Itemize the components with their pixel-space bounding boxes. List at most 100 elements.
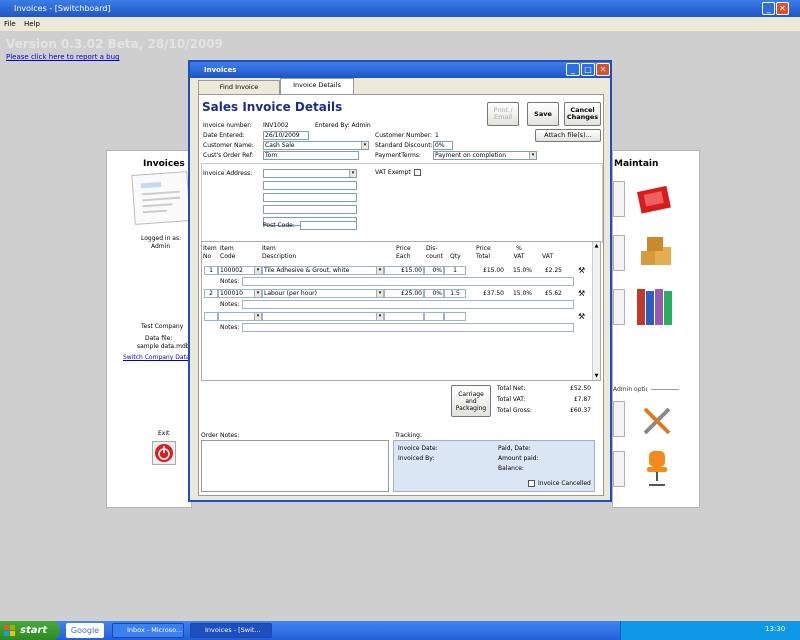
close-icon[interactable]: ✕: [776, 2, 789, 15]
row2-description[interactable]: Labour (per hour) ▾: [262, 289, 384, 298]
row3-no: [204, 312, 218, 321]
col-header-qty: Qty: [450, 253, 461, 260]
panel-title: Invoices: [143, 159, 185, 169]
app-titlebar: Invoices - [Switchboard]: [0, 0, 800, 17]
invoice-cancelled-checkbox[interactable]: [528, 480, 535, 487]
row1-qty[interactable]: 1: [444, 266, 466, 275]
chevron-down-icon: ▾: [254, 290, 261, 297]
print-email-button[interactable]: Print / Email: [487, 102, 519, 126]
date-entered-field[interactable]: 26/10/2009: [263, 131, 309, 140]
minimize-icon[interactable]: _: [762, 2, 775, 15]
scroll-up-icon[interactable]: ▲: [593, 242, 600, 250]
scroll-down-icon[interactable]: ▼: [593, 372, 600, 380]
cancel-changes-button[interactable]: Cancel Changes: [564, 102, 601, 126]
data-file-label: Data file:: [145, 335, 173, 342]
address-line-2[interactable]: [263, 181, 357, 190]
row3-price-each[interactable]: [384, 312, 424, 321]
menu-file[interactable]: File: [4, 20, 16, 28]
address-line-3[interactable]: [263, 193, 357, 202]
invoice-details-panel: Sales Invoice Details Print / Email Save…: [198, 94, 604, 496]
row3-edit-icon[interactable]: ⚒: [578, 312, 585, 321]
report-bug-link[interactable]: Please click here to report a bug: [6, 53, 120, 61]
chevron-down-icon: ▾: [376, 267, 383, 274]
menu-bar: File Help: [0, 17, 800, 31]
dialog-maximize-icon[interactable]: □: [581, 63, 595, 76]
chair-icon: [641, 449, 673, 489]
exit-button[interactable]: [152, 441, 176, 465]
taskbar: start Google Inbox - Microso... Invoices…: [0, 621, 800, 640]
grid-scrollbar[interactable]: ▲ ▼: [592, 242, 600, 380]
discount-field[interactable]: 0%: [433, 141, 453, 150]
payment-terms-select[interactable]: Payment on completion ▾: [433, 151, 537, 160]
post-code-field[interactable]: [300, 221, 357, 230]
row3-code[interactable]: ▾: [218, 312, 262, 321]
row1-description[interactable]: Tile Adhesive & Grout, white ▾: [262, 266, 384, 275]
logged-in-label: Logged in as:: [141, 235, 182, 242]
row3-description[interactable]: ▾: [262, 312, 384, 321]
dialog-minimize-icon[interactable]: _: [566, 63, 580, 76]
chevron-down-icon: ▾: [254, 313, 261, 320]
row1-code[interactable]: 100002 ▾: [218, 266, 262, 275]
row3-qty[interactable]: [444, 312, 466, 321]
col-header-desc: Item Description: [262, 245, 297, 260]
maintain-button-2[interactable]: [613, 235, 625, 271]
binders-icon: [635, 285, 675, 329]
col-header-vat: VAT: [542, 253, 554, 260]
total-gross-label: Total Gross:: [497, 407, 532, 414]
row1-notes-field[interactable]: [242, 277, 574, 286]
tracking-invoiced-by: Invoiced By:: [398, 455, 435, 462]
row2-code[interactable]: 100010 ▾: [218, 289, 262, 298]
customer-number-value: 1: [435, 132, 439, 139]
logged-in-user: Admin: [151, 243, 171, 250]
maintain-button-3[interactable]: [613, 289, 625, 325]
address-line-4[interactable]: [263, 205, 357, 214]
switch-company-link[interactable]: Switch Company Data: [123, 354, 191, 361]
products-icon: [633, 233, 677, 273]
menu-help[interactable]: Help: [24, 20, 40, 28]
row1-notes-label: Notes:: [220, 278, 240, 285]
save-button[interactable]: Save: [527, 102, 559, 126]
tracking-panel: Invoice Date: Invoiced By: Paid, Date: A…: [393, 440, 595, 492]
row1-price-total: £15.00: [466, 266, 506, 275]
chevron-down-icon: ▾: [376, 313, 383, 320]
invoice-address-label: Invoice Address:: [203, 170, 253, 177]
row1-vat: £2.25: [534, 266, 564, 275]
row1-edit-icon[interactable]: ⚒: [578, 266, 585, 275]
tracking-balance: Balance:: [498, 465, 524, 472]
row3-discount[interactable]: [424, 312, 444, 321]
switchboard-right-panel: Maintain Admin options: [612, 150, 700, 508]
tracking-invoice-date: Invoice Date:: [398, 445, 438, 452]
task-invoices[interactable]: Invoices - [Swit...: [190, 623, 272, 638]
row2-notes-label: Notes:: [220, 301, 240, 308]
row2-edit-icon[interactable]: ⚒: [578, 289, 585, 298]
row3-notes-field[interactable]: [242, 323, 574, 332]
dialog-titlebar: Invoices: [190, 62, 610, 78]
maintain-button-1[interactable]: [613, 181, 625, 217]
order-ref-field[interactable]: Tom: [263, 151, 359, 160]
address-line-1[interactable]: ▾: [263, 169, 357, 178]
col-header-discount: Dis- count: [426, 245, 443, 260]
row2-discount[interactable]: 0%: [424, 289, 444, 298]
order-notes-field[interactable]: [201, 440, 389, 492]
google-toolbar[interactable]: Google: [66, 623, 104, 638]
row1-price-each[interactable]: £15.00: [384, 266, 424, 275]
dialog-close-icon[interactable]: ✕: [596, 63, 610, 76]
row1-discount[interactable]: 0%: [424, 266, 444, 275]
row2-qty[interactable]: 1.5: [444, 289, 466, 298]
admin-button-1[interactable]: [613, 401, 625, 437]
tab-find-invoice[interactable]: Find Invoice: [198, 80, 280, 94]
task-inbox[interactable]: Inbox - Microso...: [112, 623, 184, 638]
invoice-document-icon: [131, 171, 191, 225]
system-tray: 13:30: [620, 621, 800, 640]
tab-invoice-details[interactable]: Invoice Details: [280, 78, 354, 94]
row2-notes-field[interactable]: [242, 300, 574, 309]
admin-button-2[interactable]: [613, 451, 625, 487]
row2-price-each[interactable]: £25.00: [384, 289, 424, 298]
tracking-amount-paid: Amount paid:: [498, 455, 539, 462]
row3-notes-label: Notes:: [220, 324, 240, 331]
carriage-packaging-button[interactable]: Carriage and Packaging: [451, 385, 491, 417]
vat-exempt-checkbox[interactable]: [414, 169, 421, 176]
version-label: Version 0.3.02 Beta, 28/10/2009: [6, 37, 224, 51]
attach-files-button[interactable]: Attach file(s)...: [535, 129, 601, 142]
customer-name-select[interactable]: Cash Sale ▾: [263, 141, 369, 150]
